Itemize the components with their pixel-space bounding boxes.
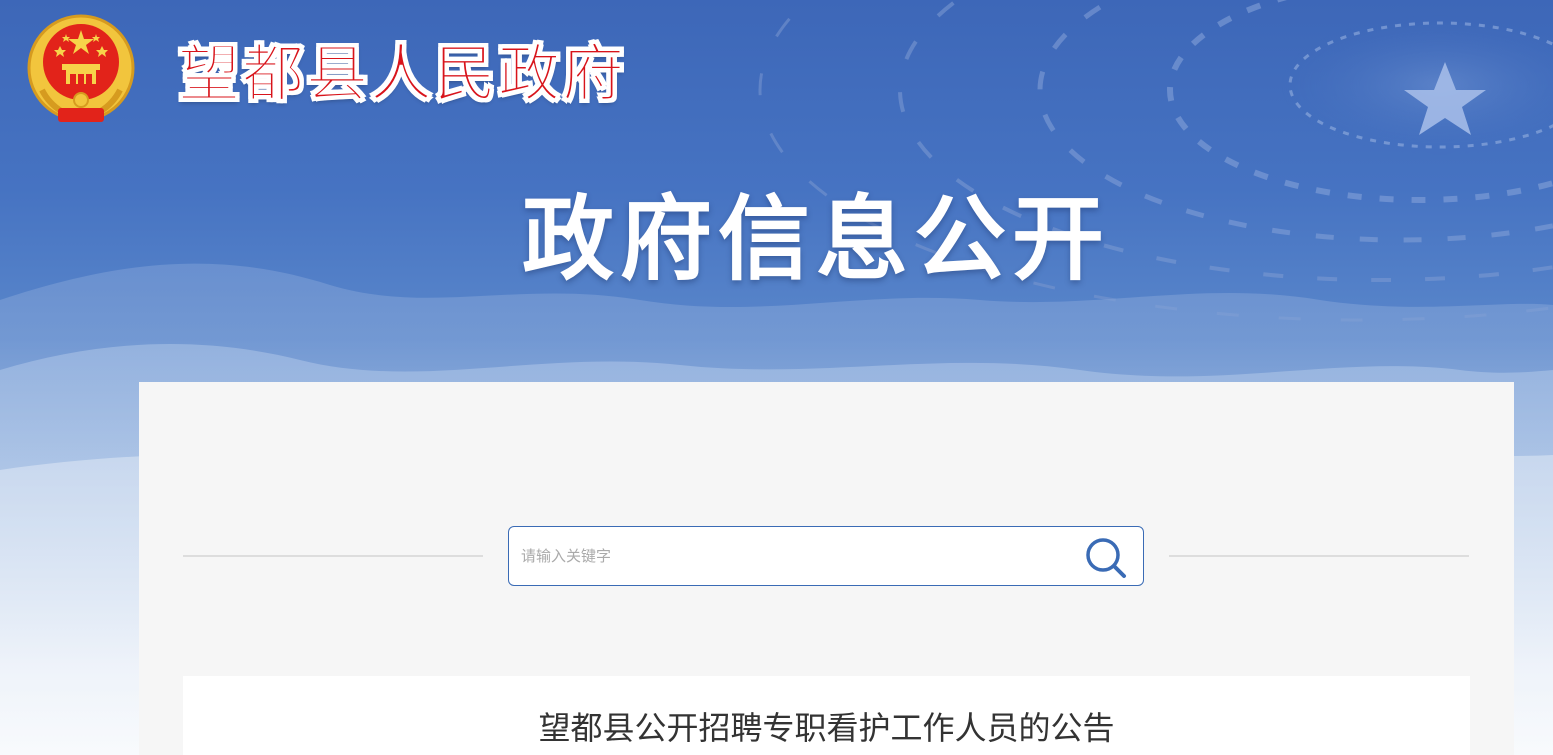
content-panel: 望都县公开招聘专职看护工作人员的公告 xyxy=(139,382,1514,755)
article-title: 望都县公开招聘专职看护工作人员的公告 xyxy=(538,709,1115,747)
search-box xyxy=(508,526,1144,586)
search-icon xyxy=(1086,538,1126,578)
national-emblem-icon xyxy=(27,14,135,122)
page: 望都县人民政府 政府信息公开 望都县公开招聘专职看护工作人员的公告 xyxy=(0,0,1553,755)
search-input[interactable] xyxy=(509,527,1069,585)
article-card: 望都县公开招聘专职看护工作人员的公告 xyxy=(183,676,1470,755)
search-divider-left xyxy=(183,555,483,557)
banner-title: 政府信息公开 xyxy=(522,186,1111,293)
search-button[interactable] xyxy=(1083,535,1129,579)
search-divider-right xyxy=(1169,555,1469,557)
site-title[interactable]: 望都县人民政府 xyxy=(177,34,626,114)
